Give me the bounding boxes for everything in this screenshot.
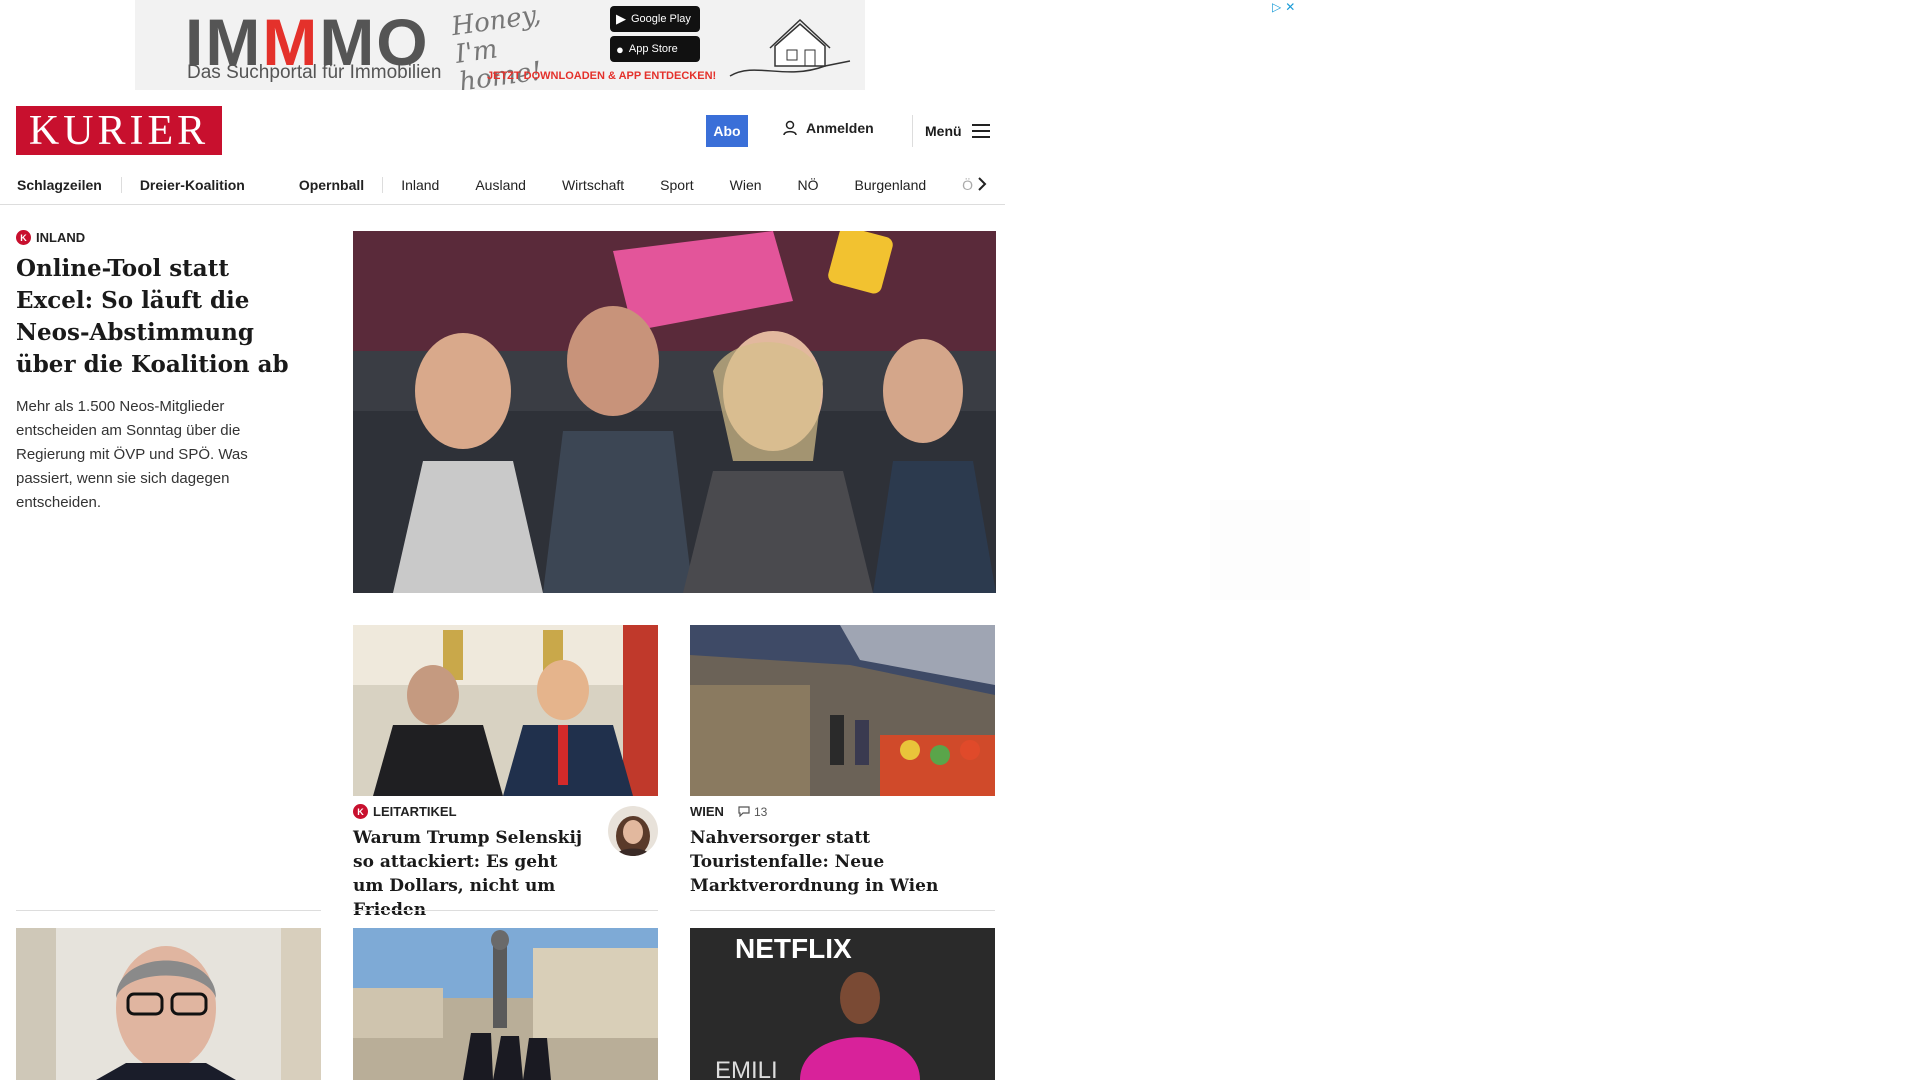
- nav-item-burgenland[interactable]: Burgenland: [837, 177, 945, 193]
- chevron-right-icon: [978, 177, 987, 191]
- nav-item-opernball[interactable]: Opernball: [281, 176, 384, 193]
- main-story-kicker: K INLAND: [16, 230, 306, 245]
- login-label: Anmelden: [806, 120, 874, 136]
- card-kicker-wien: WIEN 13: [690, 804, 768, 819]
- divider: [353, 910, 658, 911]
- ad-placeholder: [1210, 500, 1310, 600]
- statue-photo-icon: [353, 928, 658, 1080]
- divider: [690, 910, 995, 911]
- main-story-image[interactable]: [353, 231, 996, 593]
- page: IMMMO Das Suchportal für Immobilien Hone…: [0, 0, 1920, 1080]
- card-image-netflix[interactable]: NETFLIX EMILI: [690, 928, 995, 1080]
- card-image-starmer[interactable]: [16, 928, 321, 1080]
- ad-choices[interactable]: ▷ ✕: [1272, 0, 1295, 14]
- apple-icon: ●: [616, 41, 624, 57]
- nav-item-wien[interactable]: Wien: [712, 177, 780, 193]
- card-kicker-leitartikel: K LEITARTIKEL: [353, 804, 457, 819]
- comment-count[interactable]: 13: [738, 805, 767, 819]
- meeting-photo-icon: [353, 625, 658, 796]
- main-story-teaser: Mehr als 1.500 Neos-Mitglieder entscheid…: [16, 398, 248, 511]
- hamburger-icon: [971, 124, 990, 138]
- play-store-icon: ▶: [616, 11, 626, 26]
- kurier-logo[interactable]: KURIER: [16, 106, 222, 155]
- menu-label: Menü: [925, 123, 962, 139]
- nav-item-dreier-koalition[interactable]: Dreier-Koalition: [122, 177, 281, 193]
- market-photo-icon: [690, 625, 995, 796]
- author-avatar[interactable]: [608, 806, 658, 856]
- svg-text:EMILI: EMILI: [715, 1057, 778, 1080]
- author-portrait-icon: [608, 806, 658, 856]
- card-image-trump-selenskij[interactable]: [353, 625, 658, 796]
- user-icon: [783, 120, 797, 136]
- abo-button[interactable]: Abo: [706, 115, 748, 147]
- card-image-markt[interactable]: [690, 625, 995, 796]
- close-icon[interactable]: ✕: [1285, 0, 1295, 14]
- selfie-photo-icon: [353, 231, 996, 593]
- nav-scroll-right[interactable]: [970, 168, 994, 200]
- main-story-title[interactable]: Online-Tool statt Excel: So läuft die Ne…: [16, 253, 306, 381]
- divider: [16, 910, 321, 911]
- nav-item-ausland[interactable]: Ausland: [457, 177, 544, 193]
- nav-item-noe[interactable]: NÖ: [780, 177, 837, 193]
- kurier-k-icon: K: [353, 804, 368, 819]
- card-title-trump-selenskij[interactable]: Warum Trump Selenskij so attackiert: Es …: [353, 826, 593, 922]
- login-button[interactable]: Anmelden: [782, 120, 874, 136]
- app-store-badge[interactable]: ● App Store: [610, 36, 700, 62]
- nav-item-schlagzeilen[interactable]: Schlagzeilen: [0, 176, 122, 193]
- section-nav: Schlagzeilen Dreier-Koalition Opernball …: [0, 165, 1005, 205]
- ad-banner[interactable]: IMMMO Das Suchportal für Immobilien Hone…: [135, 0, 865, 90]
- ad-choices-icon[interactable]: ▷: [1272, 0, 1281, 14]
- comment-icon: [738, 806, 750, 817]
- main-story[interactable]: K INLAND Online-Tool statt Excel: So läu…: [16, 230, 306, 515]
- kurier-k-icon: K: [16, 230, 31, 245]
- nav-item-sport[interactable]: Sport: [642, 177, 711, 193]
- svg-text:NETFLIX: NETFLIX: [735, 933, 852, 964]
- netflix-event-photo-icon: NETFLIX EMILI: [690, 928, 995, 1080]
- nav-item-inland[interactable]: Inland: [383, 177, 457, 193]
- google-play-badge[interactable]: ▶ Google Play: [610, 6, 700, 32]
- ad-cta: JETZT DOWNLOADEN & APP ENTDECKEN!: [487, 70, 717, 82]
- ad-tagline: Das Suchportal für Immobilien: [187, 62, 442, 83]
- card-image-vatikan[interactable]: [353, 928, 658, 1080]
- menu-button[interactable]: Menü: [912, 115, 990, 147]
- card-title-markt[interactable]: Nahversorger statt Touristenfalle: Neue …: [690, 826, 995, 898]
- nav-item-wirtschaft[interactable]: Wirtschaft: [544, 177, 642, 193]
- portrait-photo-icon: [16, 928, 321, 1080]
- house-hand-illustration-icon: [729, 18, 851, 77]
